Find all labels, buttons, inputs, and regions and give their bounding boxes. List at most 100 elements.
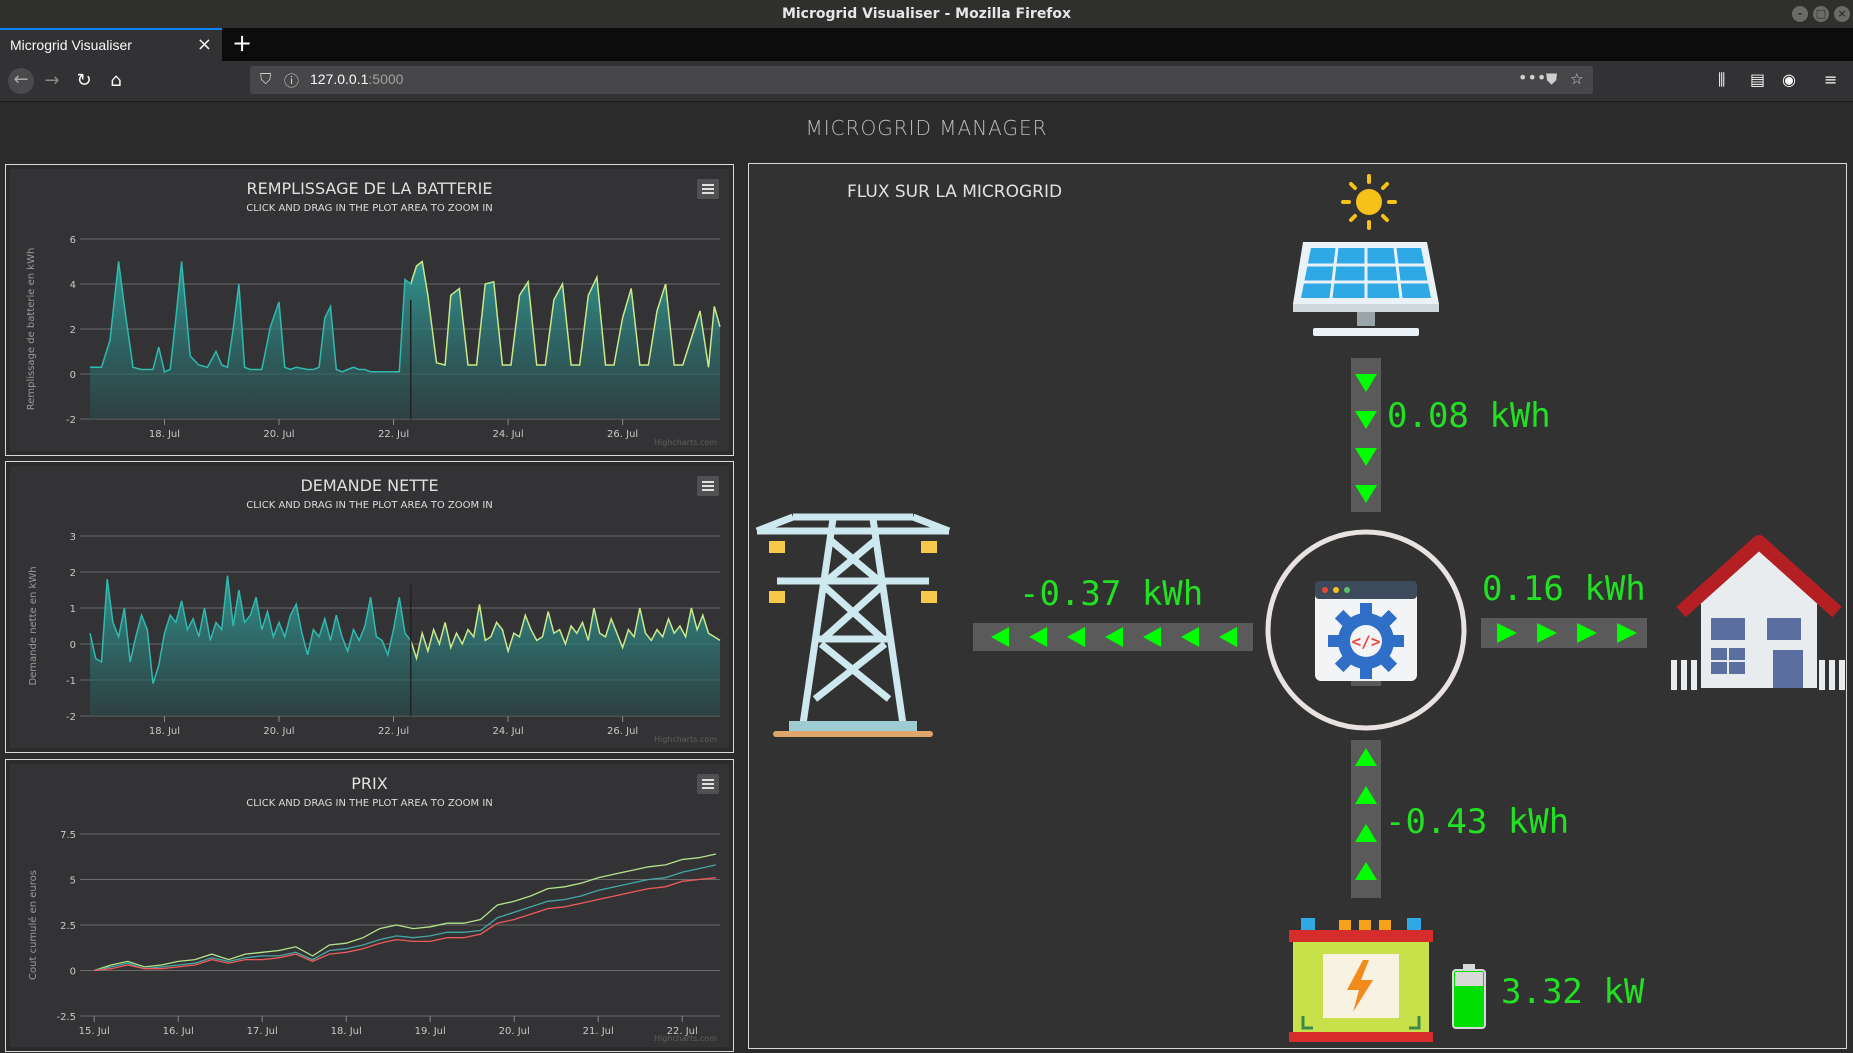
tab-bar: Microgrid Visualiser × + (0, 28, 1853, 61)
more-actions-icon[interactable]: ••• (1518, 68, 1546, 87)
y-tick-label: -2 (66, 415, 76, 426)
tab-microgrid-visualiser[interactable]: Microgrid Visualiser × (0, 28, 222, 61)
x-tick-label: 19. Jul (415, 1026, 446, 1037)
chart-menu-button[interactable] (697, 774, 719, 794)
window-title: Microgrid Visualiser - Mozilla Firefox (781, 6, 1072, 22)
pocket-icon[interactable]: ⛊ (1546, 70, 1557, 88)
y-tick-label: -2 (66, 712, 76, 723)
flux-title: FLUX SUR LA MICROGRID (847, 182, 1063, 202)
y-tick-label: 5 (70, 876, 76, 887)
chart-title: DEMANDE NETTE (300, 476, 439, 495)
shield-icon[interactable]: ⛉ (260, 70, 271, 88)
sidebar-icon[interactable]: ▤ (1750, 70, 1765, 89)
chart-subtitle: CLICK AND DRAG IN THE PLOT AREA TO ZOOM … (246, 798, 493, 809)
url-host: 127.0.0.1 (310, 71, 369, 87)
x-tick-label: 16. Jul (163, 1026, 194, 1037)
tab-title: Microgrid Visualiser (10, 37, 132, 53)
chart-title: PRIX (351, 774, 388, 793)
solar-flow-value: 0.08 kWh (1387, 396, 1551, 436)
x-tick-label: 18. Jul (149, 429, 180, 440)
net-demand-chart-panel: 3 2 1 0 -1 -2 18. Jul 20. Jul 22. Jul 24. Jul 26. … (5, 461, 734, 753)
price-chart-panel: 7.5 5 2.5 0 -2.5 15. Jul 16. Jul 17. Jul 18. Jul… (5, 759, 734, 1052)
x-tick-label: 26. Jul (607, 726, 638, 737)
x-tick-label: 20. Jul (263, 429, 294, 440)
microgrid-flux-panel: FLUX SUR LA MICROGRID 0.08 kWh -0.37 kWh… (748, 163, 1847, 1049)
y-tick-label: 2 (70, 568, 76, 579)
price-chart[interactable]: 7.5 5 2.5 0 -2.5 15. Jul 16. Jul 17. Jul 18. Jul… (10, 764, 729, 1047)
url-text[interactable]: 127.0.0.1:5000 (310, 71, 403, 87)
net-demand-chart[interactable]: 3 2 1 0 -1 -2 18. Jul 20. Jul 22. Jul 24. Jul 26. … (10, 466, 729, 748)
series-line-0 (93, 853, 716, 972)
url-bar[interactable]: ⛉ ⓘ 127.0.0.1:5000 ••• ⛊ ☆ (250, 66, 1593, 94)
x-tick-label: 24. Jul (493, 726, 524, 737)
y-tick-label: -1 (66, 676, 76, 687)
back-icon[interactable]: ← (8, 68, 34, 94)
house-flow-arrows (1481, 618, 1647, 648)
series-line-1 (94, 864, 716, 972)
highcharts-credit: Highcharts.com (654, 1034, 717, 1043)
house-flow-value: 0.16 kWh (1482, 569, 1646, 609)
battery-level-icon (1452, 964, 1486, 1029)
chart-menu-button[interactable] (697, 476, 719, 496)
battery-flow-value: -0.43 kWh (1385, 802, 1570, 842)
battery-chart[interactable]: 6 4 2 0 -2 18. Jul 20. Jul 22. Jul 24. Jul 26. Ju… (10, 169, 729, 451)
chart-subtitle: CLICK AND DRAG IN THE PLOT AREA TO ZOOM … (246, 500, 493, 511)
house-icon (1671, 535, 1845, 690)
x-tick-label: 26. Jul (607, 429, 638, 440)
x-tick-label: 21. Jul (583, 1026, 614, 1037)
info-icon[interactable]: ⓘ (284, 70, 299, 91)
new-tab-icon[interactable]: + (232, 29, 252, 57)
x-tick-label: 18. Jul (149, 726, 180, 737)
navigation-bar: ← → ↻ ⌂ ⛉ ⓘ 127.0.0.1:5000 ••• ⛊ ☆ ⫼ ▤ ◉… (0, 61, 1853, 102)
sun-icon (1341, 174, 1397, 230)
home-icon[interactable]: ⌂ (104, 69, 128, 93)
x-tick-label: 22. Jul (378, 429, 409, 440)
y-tick-label: 7.5 (60, 830, 76, 841)
reload-icon[interactable]: ↻ (72, 69, 96, 93)
minimize-icon[interactable]: – (1792, 6, 1808, 22)
highcharts-credit: Highcharts.com (654, 438, 717, 447)
close-window-icon[interactable]: × (1834, 6, 1850, 22)
y-tick-label: 4 (70, 280, 76, 291)
y-axis-label: Remplissage de batterie en kWh (26, 248, 37, 411)
account-icon[interactable]: ◉ (1782, 70, 1796, 89)
y-tick-label: 6 (70, 235, 76, 246)
chart-menu-button[interactable] (697, 179, 719, 199)
x-tick-label: 24. Jul (493, 429, 524, 440)
controller-icon: </> (1265, 529, 1467, 731)
y-tick-label: 0 (70, 370, 76, 381)
library-icon[interactable]: ⫼ (1718, 70, 1725, 90)
x-tick-label: 18. Jul (331, 1026, 362, 1037)
y-tick-label: 1 (70, 604, 76, 615)
y-axis-label: Demande nette en kWh (28, 566, 39, 685)
solar-panel-icon (1293, 242, 1439, 336)
forward-icon[interactable]: → (40, 69, 64, 93)
maximize-icon[interactable]: □ (1813, 6, 1829, 22)
y-tick-label: -2.5 (56, 1012, 76, 1023)
battery-icon (1289, 918, 1433, 1042)
power-pylon-icon (755, 513, 951, 737)
y-tick-label: 2 (70, 325, 76, 336)
x-tick-label: 17. Jul (247, 1026, 278, 1037)
highcharts-credit: Highcharts.com (654, 735, 717, 744)
y-tick-label: 0 (70, 967, 76, 978)
battery-chart-panel: 6 4 2 0 -2 18. Jul 20. Jul 22. Jul 24. Jul 26. Ju… (5, 164, 734, 456)
battery-flow-arrows (1351, 740, 1381, 898)
svg-text:</>: </> (1352, 632, 1381, 651)
x-tick-label: 20. Jul (263, 726, 294, 737)
tab-close-icon[interactable]: × (197, 34, 212, 55)
chart-title: REMPLISSAGE DE LA BATTERIE (246, 179, 493, 198)
x-tick-label: 20. Jul (499, 1026, 530, 1037)
x-tick-label: 15. Jul (79, 1026, 110, 1037)
series-line-2 (94, 877, 716, 972)
page-title: MICROGRID MANAGER (805, 116, 1048, 140)
url-port: :5000 (368, 71, 404, 87)
window-titlebar: Microgrid Visualiser - Mozilla Firefox –… (0, 0, 1853, 28)
y-axis-label: Cout cumulé en euros (27, 870, 39, 980)
chart-subtitle: CLICK AND DRAG IN THE PLOT AREA TO ZOOM … (246, 203, 493, 214)
battery-level-value: 3.32 kW (1501, 972, 1645, 1012)
grid-flow-value: -0.37 kWh (1019, 574, 1204, 614)
hamburger-menu-icon[interactable]: ≡ (1824, 70, 1837, 89)
bookmark-star-icon[interactable]: ☆ (1570, 70, 1583, 88)
y-tick-label: 3 (70, 532, 76, 543)
